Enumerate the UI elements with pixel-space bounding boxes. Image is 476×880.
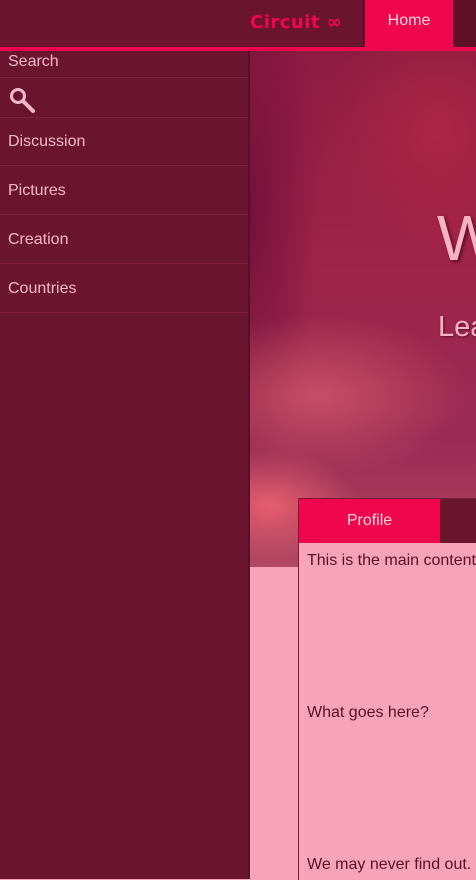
content-panel: Profile This is the main content o What … (298, 498, 476, 880)
brand-logo[interactable]: Circuit ∞ (250, 12, 342, 33)
panel-tabbar: Profile (299, 499, 476, 543)
sidebar-item-pictures[interactable]: Pictures (0, 167, 248, 215)
nav-next-item[interactable] (455, 0, 476, 47)
sidebar-item-creation[interactable]: Creation (0, 216, 248, 264)
hero-banner: W Lea (249, 51, 476, 567)
sidebar-item-discussion[interactable]: Discussion (0, 118, 248, 166)
top-navbar: Circuit ∞ Home (0, 0, 476, 51)
search-icon[interactable] (8, 86, 38, 116)
content-text: We may never find out. (307, 856, 472, 873)
sidebar: Search Discussion Pictures Creation Coun… (0, 51, 250, 879)
search-label: Search (8, 53, 59, 70)
sidebar-divider (0, 77, 248, 78)
content-text: This is the main content o (307, 552, 476, 569)
navbar-divider (363, 0, 364, 47)
nav-home-link[interactable]: Home (365, 0, 453, 47)
sidebar-item-countries[interactable]: Countries (0, 265, 248, 313)
hero-subtitle: Lea (438, 311, 476, 343)
hero-title: W (437, 202, 476, 274)
tab-profile[interactable]: Profile (299, 499, 440, 543)
content-text: What goes here? (307, 704, 429, 721)
